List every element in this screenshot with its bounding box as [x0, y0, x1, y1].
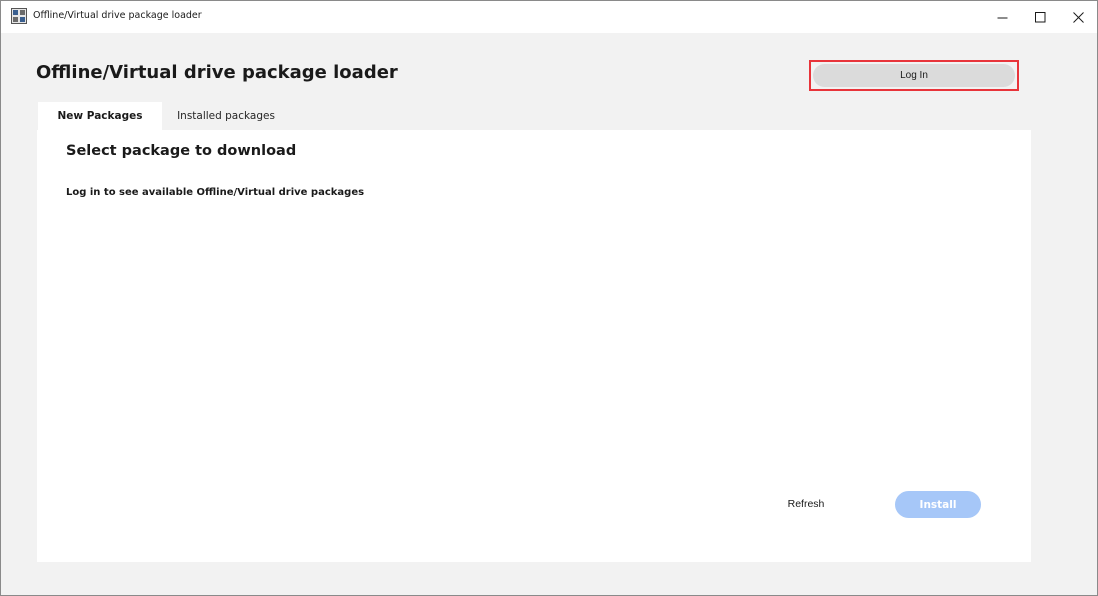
content-panel: Select package to download Log in to see…: [37, 130, 1031, 562]
minimize-icon: [997, 12, 1008, 23]
title-bar: Offline/Virtual drive package loader: [1, 1, 1097, 33]
close-button[interactable]: [1059, 1, 1097, 33]
install-button[interactable]: Install: [895, 491, 981, 518]
page-title: Offline/Virtual drive package loader: [36, 62, 398, 83]
window-title: Offline/Virtual drive package loader: [33, 10, 202, 21]
minimize-button[interactable]: [983, 1, 1021, 33]
close-icon: [1072, 11, 1084, 23]
refresh-button[interactable]: Refresh: [775, 492, 837, 516]
panel-heading: Select package to download: [66, 143, 297, 159]
login-button[interactable]: Log In: [813, 64, 1015, 87]
maximize-button[interactable]: [1021, 1, 1059, 33]
login-required-message: Log in to see available Offline/Virtual …: [66, 187, 365, 198]
tab-new-packages[interactable]: New Packages: [38, 102, 162, 130]
tab-installed-packages[interactable]: Installed packages: [162, 102, 290, 130]
app-icon: [11, 8, 27, 24]
app-window: Offline/Virtual drive package loader Off…: [0, 0, 1098, 596]
maximize-icon: [1034, 11, 1046, 23]
